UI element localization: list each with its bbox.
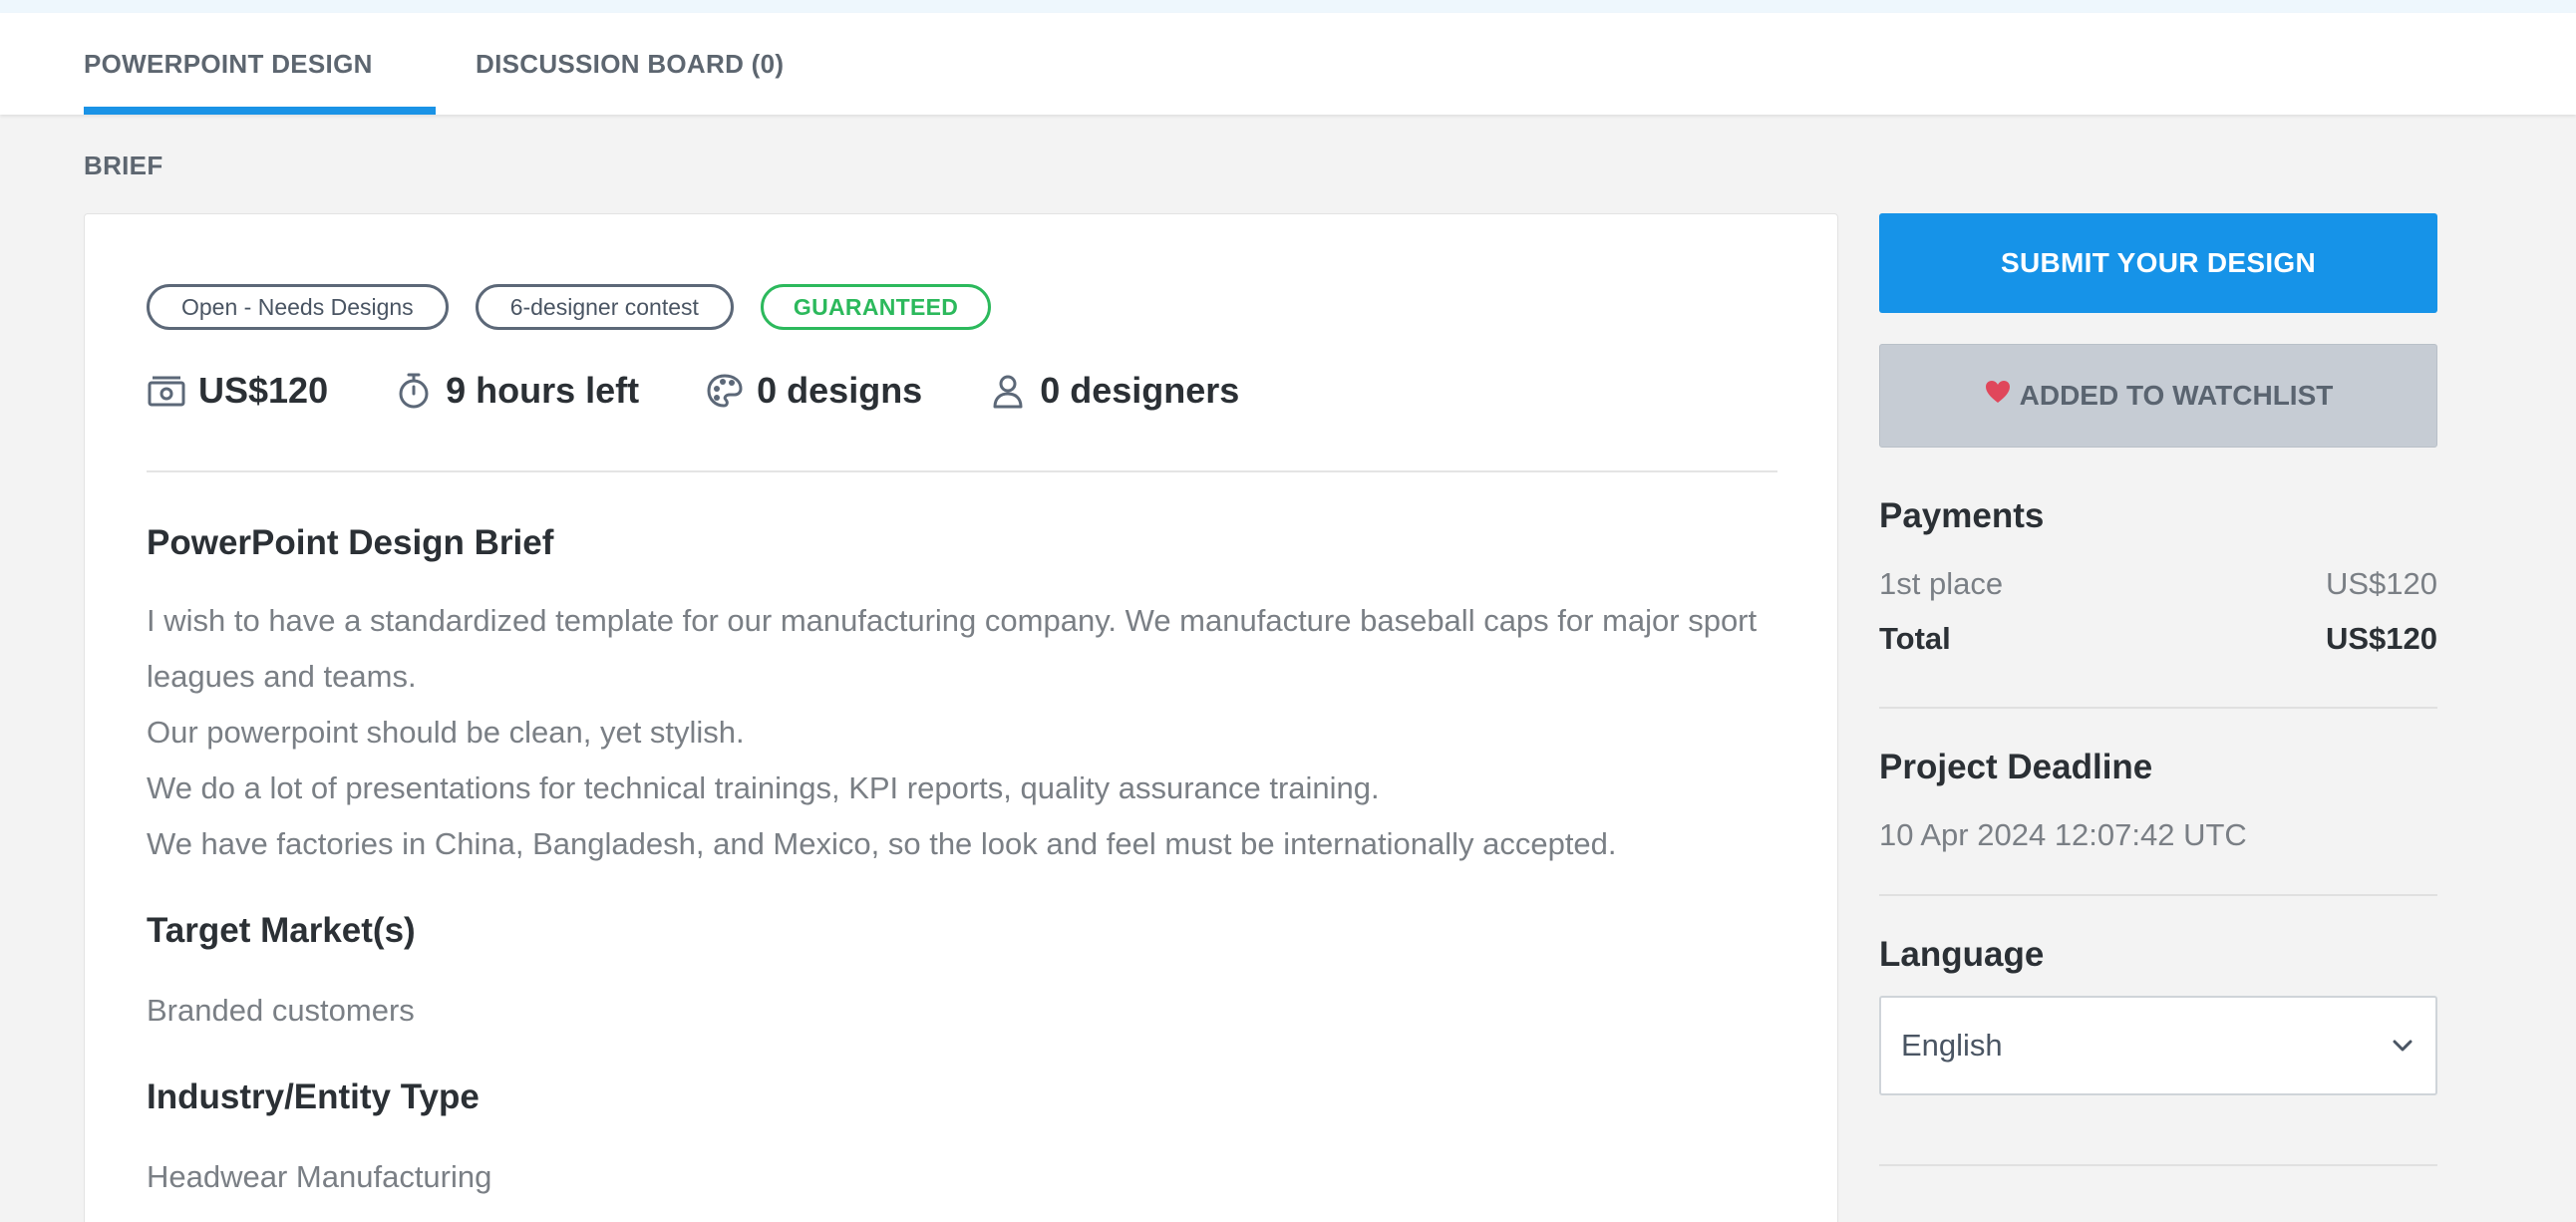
designers-value: 0 designers — [1040, 370, 1240, 411]
brief-card: Open - Needs Designs 6-designer contest … — [84, 213, 1838, 1222]
tab-powerpoint-design-brief[interactable]: POWERPOINT DESIGN BRIEF — [84, 13, 436, 180]
brief-description: I wish to have a standardized template f… — [147, 593, 1791, 872]
top-strip — [0, 0, 2576, 13]
first-place-label: 1st place — [1879, 566, 2004, 601]
designs-value: 0 designs — [757, 370, 923, 411]
status-badge: Open - Needs Designs — [147, 284, 449, 330]
brief-paragraph: We have factories in China, Bangladesh, … — [147, 826, 1617, 861]
watchlist-button[interactable]: ADDED TO WATCHLIST — [1879, 344, 2437, 448]
deadline-value: 10 Apr 2024 12:07:42 UTC — [1879, 817, 2247, 852]
payment-row-first-place: 1st place US$120 — [1879, 566, 2437, 602]
brief-paragraph: I wish to have a standardized template f… — [147, 603, 1758, 694]
brief-paragraph: Our powerpoint should be clean, yet styl… — [147, 715, 745, 750]
prize-value: US$120 — [198, 370, 329, 411]
designers-stat: 0 designers — [988, 370, 1239, 412]
time-left-value: 9 hours left — [446, 370, 640, 411]
palette-icon — [707, 374, 743, 408]
brief-paragraph: We do a lot of presentations for technic… — [147, 770, 1380, 805]
money-icon — [148, 376, 185, 407]
first-place-value: US$120 — [2325, 566, 2437, 601]
payment-row-total: Total US$120 — [1879, 621, 2437, 657]
brief-title: PowerPoint Design Brief — [147, 523, 554, 562]
contest-stats: US$120 9 hours left 0 designs 0 designer… — [147, 370, 1305, 412]
watchlist-label: ADDED TO WATCHLIST — [2019, 380, 2334, 411]
language-select[interactable]: English — [1879, 996, 2437, 1095]
industry-heading: Industry/Entity Type — [147, 1077, 480, 1116]
badge-row: Open - Needs Designs 6-designer contest … — [147, 284, 992, 330]
payments-heading: Payments — [1879, 496, 2045, 535]
total-value: US$120 — [2325, 621, 2437, 656]
chevron-down-icon — [2393, 1040, 2413, 1052]
tab-discussion-board[interactable]: DISCUSSION BOARD (0) — [476, 13, 784, 115]
deadline-divider — [1879, 894, 2437, 896]
stats-divider — [147, 470, 1777, 472]
guaranteed-badge: GUARANTEED — [760, 284, 992, 330]
tab-bar: POWERPOINT DESIGN BRIEF DISCUSSION BOARD… — [0, 13, 2576, 180]
target-market-heading: Target Market(s) — [147, 911, 416, 950]
language-divider — [1879, 1164, 2437, 1166]
language-heading: Language — [1879, 935, 2045, 974]
language-selected-value: English — [1901, 1028, 2003, 1063]
contest-type-badge: 6-designer contest — [475, 284, 734, 330]
time-left-stat: 9 hours left — [394, 370, 639, 412]
heart-icon — [1985, 381, 2010, 403]
stopwatch-icon — [399, 373, 429, 409]
target-market-value: Branded customers — [147, 993, 415, 1028]
submit-design-button[interactable]: SUBMIT YOUR DESIGN — [1879, 213, 2437, 313]
user-icon — [993, 375, 1023, 409]
deadline-heading: Project Deadline — [1879, 748, 2153, 786]
designs-stat: 0 designs — [705, 370, 922, 412]
industry-value: Headwear Manufacturing — [147, 1159, 492, 1194]
total-label: Total — [1879, 621, 1951, 656]
payments-divider — [1879, 707, 2437, 709]
prize-stat: US$120 — [147, 370, 328, 412]
